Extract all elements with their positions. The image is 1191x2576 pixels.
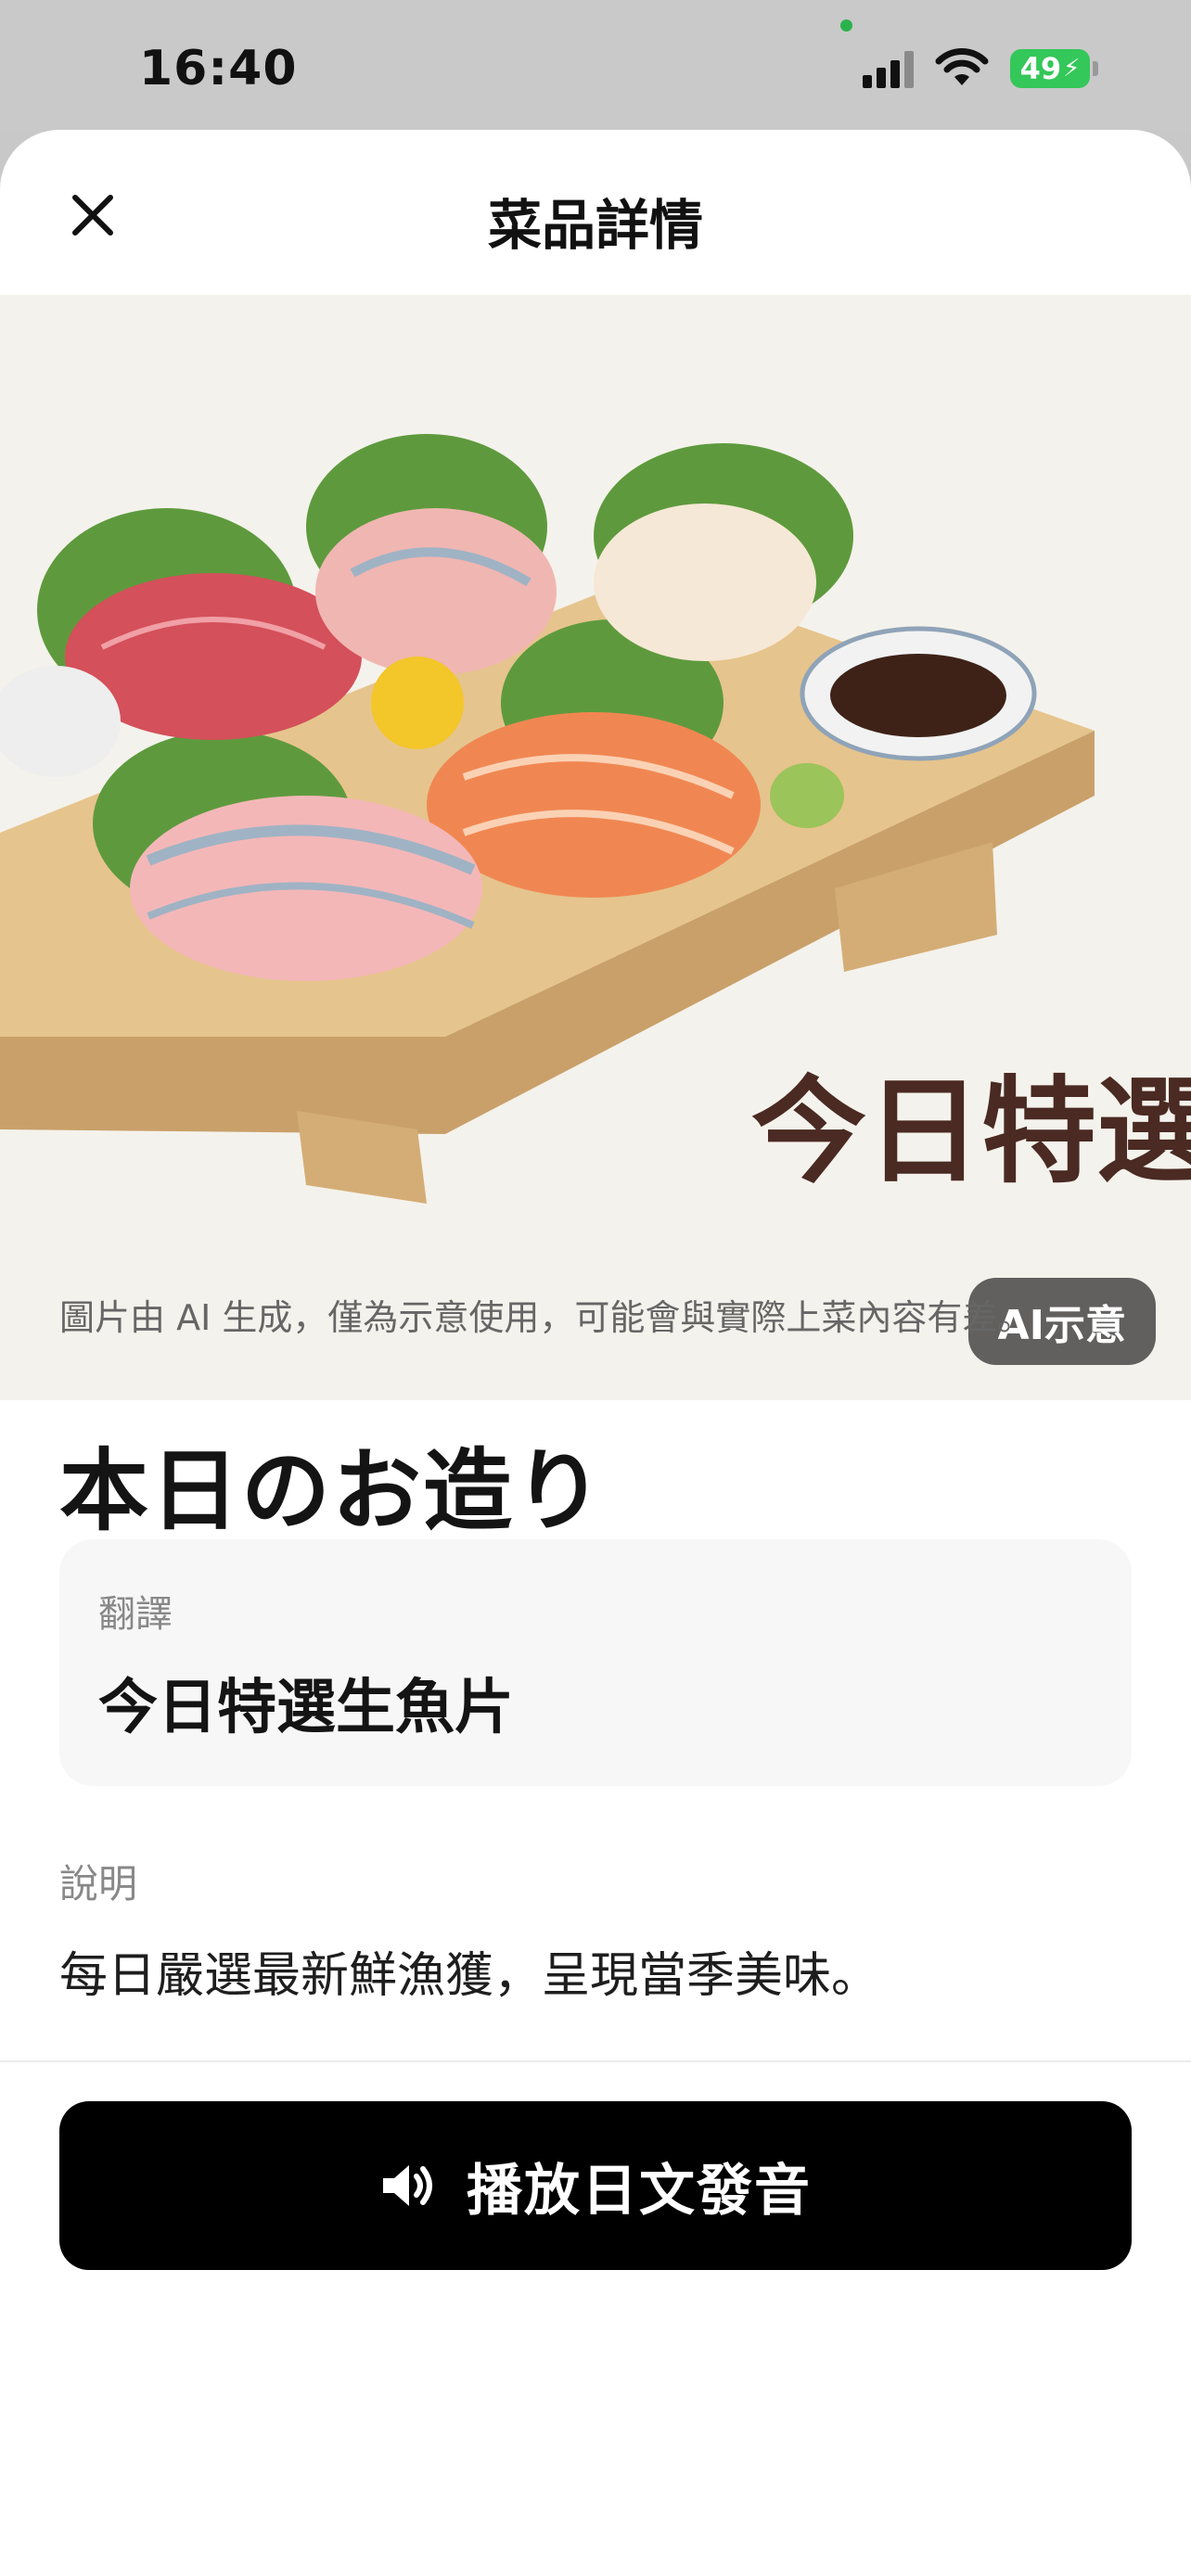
battery-level: 49 xyxy=(1019,51,1062,86)
status-bar: 16:40 49 ⚡ xyxy=(0,0,1191,130)
sashimi-illustration: 今日特選 xyxy=(0,434,1191,1204)
translation-value: 今日特選生魚片 xyxy=(98,1674,514,1742)
play-pronunciation-button[interactable]: 播放日文發音 xyxy=(59,2101,1132,2270)
description-label: 說明 xyxy=(59,1861,138,1906)
wifi-icon xyxy=(935,48,989,85)
status-time: 16:40 xyxy=(139,41,298,96)
play-button-label: 播放日文發音 xyxy=(467,2158,812,2224)
dish-name: 本日のお造り xyxy=(59,1439,605,1543)
status-icons: 49 ⚡ xyxy=(863,48,1098,89)
speaker-icon xyxy=(383,2165,432,2206)
hero-image-text: 今日特選 xyxy=(751,1065,1191,1199)
page-title: 菜品詳情 xyxy=(487,194,703,257)
ai-disclaimer: 圖片由 AI 生成，僅為示意使用，可能會與實際上菜內容有差。 xyxy=(59,1297,1033,1338)
description-text: 每日嚴選最新鮮漁獲，呈現當季美味。 xyxy=(59,1948,880,2004)
divider xyxy=(0,2060,1191,2062)
camera-indicator-dot xyxy=(840,19,852,32)
translation-card: 翻譯 今日特選生魚片 xyxy=(59,1539,1132,1786)
signal-icon xyxy=(863,49,914,88)
sheet-header: 菜品詳情 xyxy=(0,130,1191,295)
dish-image: 今日特選 AI示意 xyxy=(0,295,1191,1400)
battery-icon: 49 ⚡ xyxy=(1010,49,1098,88)
translation-label: 翻譯 xyxy=(98,1593,173,1636)
